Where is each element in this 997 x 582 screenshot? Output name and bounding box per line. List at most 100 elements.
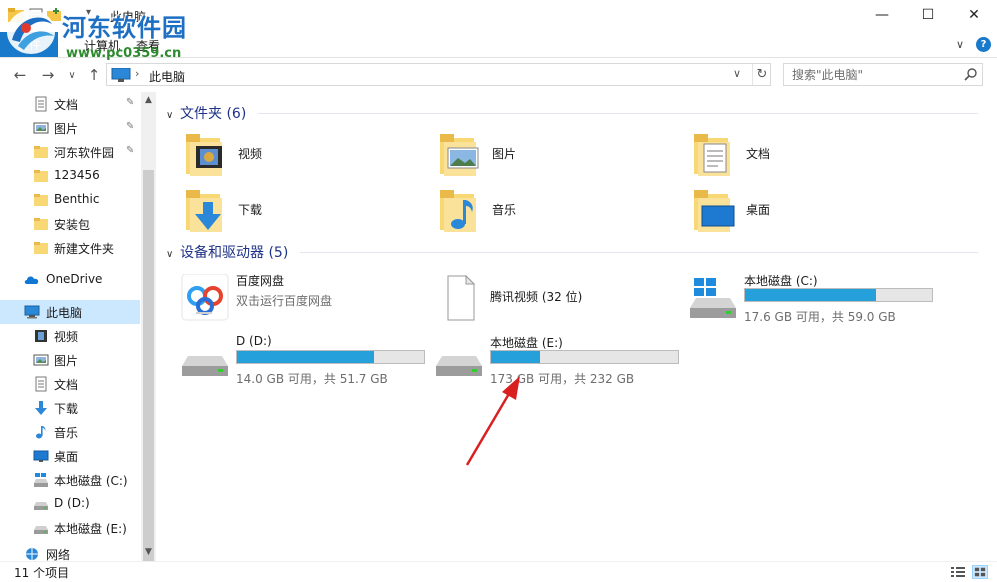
sidebar-item-label: 安装包 (54, 218, 91, 232)
sidebar-item-pc-8[interactable]: 本地磁盘 (E:) (0, 516, 140, 540)
address-dropdown-icon[interactable]: ∨ (733, 67, 741, 80)
sidebar-item-quick-3[interactable]: 123456 (0, 164, 140, 188)
system-drive-icon (33, 472, 49, 488)
sidebar-item-network[interactable]: 网络 (0, 542, 140, 561)
navigation-row: ← → ∨ ↑ › 此电脑 ∨ ↻ (0, 59, 997, 91)
sidebar-item-label: 桌面 (54, 450, 79, 464)
search-icon[interactable] (964, 67, 978, 81)
folder-icon (33, 168, 49, 184)
close-button[interactable]: ✕ (951, 0, 997, 30)
minimize-button[interactable]: — (859, 0, 905, 30)
search-box[interactable] (783, 63, 983, 86)
folder-tile-1[interactable]: 图片 (434, 128, 684, 180)
up-button[interactable]: ↑ (84, 65, 104, 85)
forward-arrow-icon: → (41, 66, 55, 84)
help-icon[interactable]: ? (976, 37, 991, 52)
refresh-button[interactable]: ↻ (752, 64, 771, 85)
sidebar-item-quick-0[interactable]: 文档 ✎ (0, 92, 140, 116)
drive-free-space: 17.6 GB 可用，共 59.0 GB (744, 310, 896, 324)
music-folder-icon (434, 184, 486, 236)
sidebar-item-pc-6[interactable]: 本地磁盘 (C:) (0, 468, 140, 492)
forward-button[interactable]: → (38, 65, 58, 85)
folder-tile-0[interactable]: 视频 (180, 128, 430, 180)
sidebar-item-pc-7[interactable]: D (D:) (0, 492, 140, 516)
drive-usage-fill (745, 289, 876, 301)
sidebar-item-pc-1[interactable]: 图片 (0, 348, 140, 372)
folder-tile-label: 音乐 (492, 203, 517, 217)
navigation-pane: 文档 ✎ 图片 ✎ 河东软件园 ✎ 123456 Benthic 安装包 新建文… (0, 92, 156, 561)
folder-tile-4[interactable]: 音乐 (434, 184, 684, 236)
maximize-button[interactable]: ☐ (905, 0, 951, 30)
sidebar-item-quick-2[interactable]: 河东软件园 ✎ (0, 140, 140, 164)
document-icon (33, 376, 49, 392)
breadcrumb-this-pc[interactable]: 此电脑 (149, 68, 185, 85)
folder-tile-label: 图片 (492, 147, 517, 161)
watermark-emblem-icon (7, 10, 55, 54)
sidebar-item-pc-0[interactable]: 视频 (0, 324, 140, 348)
sidebar-item-label: 123456 (54, 168, 100, 182)
sidebar-item-quick-4[interactable]: Benthic (0, 188, 140, 212)
device-tile-3[interactable]: D (D:) 14.0 GB 可用，共 51.7 GB (180, 332, 440, 388)
sidebar-item-label: Benthic (54, 192, 100, 206)
minimize-icon: — (875, 7, 889, 23)
sidebar-item-label: D (D:) (54, 496, 90, 510)
pin-icon: ✎ (126, 145, 135, 156)
sidebar-item-this-pc[interactable]: 此电脑 (0, 300, 140, 324)
ribbon-expand-icon[interactable]: ∨ (956, 38, 964, 51)
recent-locations-button[interactable]: ∨ (62, 65, 82, 85)
sidebar-item-quick-5[interactable]: 安装包 (0, 212, 140, 236)
device-tile-0[interactable]: 百度网盘 双击运行百度网盘 (180, 270, 440, 326)
details-view-icon[interactable] (950, 565, 966, 579)
this-pc-icon (111, 68, 131, 82)
sidebar-item-label: 河东软件园 (54, 146, 115, 160)
sidebar-item-onedrive[interactable]: OneDrive (0, 268, 140, 292)
folder-tile-2[interactable]: 文档 (688, 128, 938, 180)
folders-group-header[interactable]: ∨ 文件夹 (6) (166, 103, 246, 123)
nav-scroll-thumb[interactable] (143, 170, 154, 561)
sidebar-item-pc-4[interactable]: 音乐 (0, 420, 140, 444)
item-count: 11 个项目 (14, 566, 70, 580)
folder-tile-3[interactable]: 下载 (180, 184, 430, 236)
content-area: ∨ 文件夹 (6) 视频 图片 文档 下载 音乐 桌面 ∨ 设备和驱动器 (5) 百… (158, 92, 997, 561)
drive-icon (33, 520, 49, 536)
sidebar-item-pc-2[interactable]: 文档 (0, 372, 140, 396)
device-name: 本地磁盘 (C:) (744, 274, 818, 288)
drive-usage-bar (490, 350, 679, 364)
scroll-up-icon[interactable]: ▲ (141, 92, 156, 107)
device-tile-2[interactable]: 本地磁盘 (C:) 17.6 GB 可用，共 59.0 GB (688, 270, 948, 326)
collapse-chevron-icon[interactable]: ∨ (166, 110, 180, 121)
back-arrow-icon: ← (13, 66, 27, 84)
devices-group-header[interactable]: ∨ 设备和驱动器 (5) (166, 242, 288, 262)
back-button[interactable]: ← (10, 65, 30, 85)
pin-icon: ✎ (126, 97, 135, 108)
tiles-view-icon[interactable] (972, 565, 988, 579)
search-input[interactable] (784, 64, 960, 85)
pictures-icon (33, 352, 49, 368)
download-icon (33, 400, 49, 416)
device-tile-1[interactable]: 腾讯视频 (32 位) (434, 270, 694, 326)
up-arrow-icon: ↑ (87, 66, 101, 84)
sidebar-item-quick-6[interactable]: 新建文件夹 (0, 236, 140, 260)
this-pc-icon (24, 304, 40, 320)
device-tile-4[interactable]: 本地磁盘 (E:) 173 GB 可用，共 232 GB (434, 332, 694, 388)
address-bar[interactable]: › 此电脑 ∨ ↻ (106, 63, 771, 86)
folder-tile-5[interactable]: 桌面 (688, 184, 938, 236)
desktop-folder-icon (688, 184, 740, 236)
sidebar-item-pc-3[interactable]: 下载 (0, 396, 140, 420)
folder-tile-label: 下载 (238, 203, 263, 217)
scroll-down-icon[interactable]: ▼ (141, 544, 156, 559)
group-divider (258, 113, 978, 114)
devices-group-title: 设备和驱动器 (5) (180, 245, 289, 261)
drive-free-space: 173 GB 可用，共 232 GB (490, 372, 635, 386)
sidebar-item-pc-5[interactable]: 桌面 (0, 444, 140, 468)
collapse-chevron-icon[interactable]: ∨ (166, 249, 180, 260)
close-icon: ✕ (968, 7, 980, 23)
chevron-down-icon: ∨ (68, 69, 76, 81)
breadcrumb-separator[interactable]: › (135, 67, 139, 80)
sidebar-item-label: 文档 (54, 98, 79, 112)
drive-icon (434, 336, 486, 384)
sidebar-item-label: OneDrive (46, 272, 103, 286)
desktop-icon (33, 448, 49, 464)
sidebar-item-label: 新建文件夹 (54, 242, 115, 256)
sidebar-item-quick-1[interactable]: 图片 ✎ (0, 116, 140, 140)
